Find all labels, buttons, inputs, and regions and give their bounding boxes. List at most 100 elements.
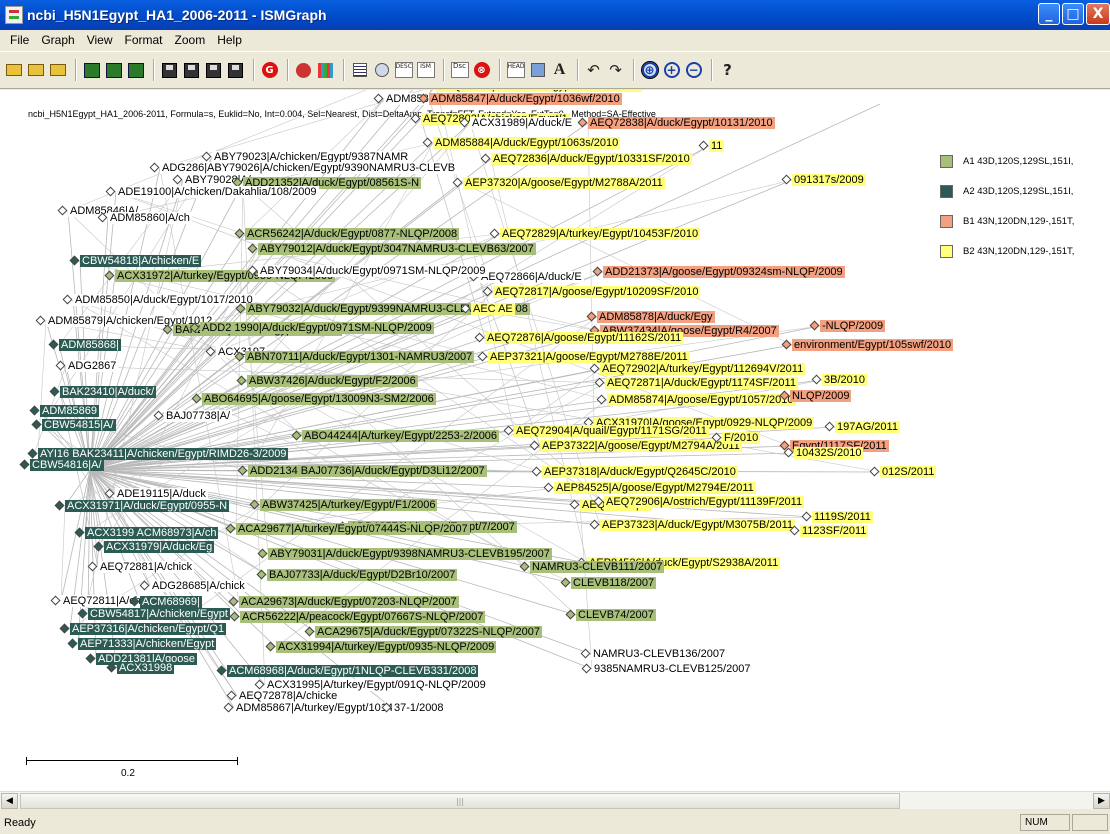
tree-leaf-label[interactable]: ADM85847|A/duck/Egypt/1036wf/2010 bbox=[429, 93, 622, 105]
zoom-out-icon[interactable]: − bbox=[684, 61, 703, 80]
tree-leaf-label[interactable]: ACA29675|A/duck/Egypt/07322S-NLQP/2007 bbox=[315, 626, 543, 638]
list-icon[interactable] bbox=[350, 61, 369, 80]
tree-leaf-label[interactable]: ADE19100|A/chicken/Dakahlia/108/2009 bbox=[116, 186, 319, 198]
tree-leaf-label[interactable]: ADM85878|A/duck/Egy bbox=[597, 311, 715, 323]
menu-graph[interactable]: Graph bbox=[35, 33, 80, 47]
tree-leaf-label[interactable]: ACM68968|A/duck/Egypt/1NLQP-CLEVB331/200… bbox=[227, 665, 479, 677]
tree-leaf-label[interactable]: AEP37323|A/duck/Egypt/M3075B/2011 bbox=[600, 519, 796, 531]
minimize-button[interactable]: _ bbox=[1038, 3, 1060, 25]
tree-leaf-label[interactable]: ACX31979|A/duck/Eg bbox=[104, 541, 215, 553]
dsc-icon[interactable]: Dsc bbox=[450, 61, 469, 80]
zoom-fit-icon[interactable]: ⊕ bbox=[640, 61, 659, 80]
tree-leaf-label[interactable]: ADM85850|A/duck/Egypt/1017/2010 bbox=[73, 294, 255, 306]
tree-leaf-label[interactable]: AEP37320|A/goose/Egypt/M2788A/2011 bbox=[463, 177, 665, 189]
globe-icon[interactable] bbox=[372, 61, 391, 80]
maximize-button[interactable]: □ bbox=[1062, 3, 1084, 25]
tree-leaf-label[interactable]: NLQP/2009 bbox=[790, 390, 852, 402]
tree-leaf-label[interactable]: AEQ72817|A/goose/Egypt/10209SF/2010 bbox=[493, 286, 701, 298]
tree-leaf-label[interactable]: CLEVB74/2007 bbox=[576, 609, 656, 621]
open-icon[interactable] bbox=[4, 61, 23, 80]
tree-leaf-label[interactable]: ACX31989|A/duck/E bbox=[470, 117, 575, 129]
rotate-right-icon[interactable]: ↷ bbox=[606, 61, 625, 80]
save-icon[interactable] bbox=[182, 61, 201, 80]
tree-leaf-label[interactable]: AEQ72876|A/goose/Egypt/11162S/2011 bbox=[485, 332, 684, 344]
tree-leaf-label[interactable]: 9385NAMRU3-CLEVB125/2007 bbox=[592, 663, 753, 675]
scroll-left-button[interactable]: ◀ bbox=[1, 793, 18, 809]
tree-leaf-label[interactable]: NAMRU3-CLEVB111/2007 bbox=[530, 561, 665, 573]
menu-format[interactable]: Format bbox=[119, 33, 169, 47]
tree-leaf-label[interactable]: AEP37318|A/duck/Egypt/Q2645C/2010 bbox=[542, 466, 738, 478]
tree-leaf-label[interactable]: ACX3199 ACM68973|A/ch bbox=[85, 527, 219, 539]
tree-leaf-label[interactable]: AEQ72904|A/quail/Egypt/1171SG/2011 bbox=[514, 425, 709, 437]
font-icon[interactable]: A bbox=[550, 61, 569, 80]
tree-leaf-label[interactable]: ACR56222|A/peacock/Egypt/07667S-NLQP/200… bbox=[240, 611, 486, 623]
menu-help[interactable]: Help bbox=[211, 33, 248, 47]
tree-leaf-label[interactable]: AEQ72878|A/chicke bbox=[237, 690, 340, 702]
tree-leaf-label[interactable]: 1123SF/2011 bbox=[800, 525, 869, 537]
head-icon[interactable]: HEAD bbox=[506, 61, 525, 80]
tree-leaf-label[interactable]: ADD21373|A/goose/Egypt/09324sm-NLQP/2009 bbox=[603, 266, 845, 278]
menu-file[interactable]: File bbox=[4, 33, 35, 47]
tree-leaf-label[interactable]: AEP37321|A/goose/Egypt/M2788E/2011 bbox=[488, 351, 690, 363]
tree-leaf-label[interactable]: AEQ72881|A/chick bbox=[98, 561, 195, 573]
scroll-thumb[interactable]: ||| bbox=[20, 793, 900, 809]
tree-leaf-label[interactable]: ABN70711|A/duck/Egypt/1301-NAMRU3/2007 bbox=[245, 351, 475, 363]
emf-icon[interactable] bbox=[82, 61, 101, 80]
save-icon[interactable] bbox=[160, 61, 179, 80]
tree-leaf-label[interactable]: AEQ72871|A/duck/Egypt/1174SF/2011 bbox=[605, 377, 798, 389]
open-icon[interactable] bbox=[48, 61, 67, 80]
tree-leaf-label[interactable]: AEQ72829|A/turkey/Egypt/10453F/2010 bbox=[500, 228, 701, 240]
tree-leaf-label[interactable]: -NLQP/2009 bbox=[820, 320, 886, 332]
tree-leaf-label[interactable]: ABY79034|A/duck/Egypt/0971SM-NLQP/2009 bbox=[258, 265, 488, 277]
tree-leaf-label[interactable]: ABW37426|A/duck/Egypt/F2/2006 bbox=[247, 375, 418, 387]
tree-leaf-label[interactable]: AEQ72906|A/ostrich/Egypt/11139F/2011 bbox=[604, 496, 805, 508]
tree-leaf-label[interactable]: AEP84525|A/goose/Egypt/M2794E/2011 bbox=[554, 482, 756, 494]
tree-leaf-label[interactable]: 3B/2010 bbox=[822, 374, 867, 386]
title-bar[interactable]: ncbi_H5N1Egypt_HA1_2006-2011 - ISMGraph … bbox=[0, 0, 1110, 30]
grid-icon[interactable] bbox=[316, 61, 335, 80]
tree-leaf-label[interactable]: CBW54817|A/chicken/Egypt bbox=[88, 608, 230, 620]
tree-leaf-label[interactable]: AEP37322|A/goose/Egypt/M2794A/2011 bbox=[540, 440, 742, 452]
tree-leaf-label[interactable]: ACX31994|A/turkey/Egypt/0935-NLQP/2009 bbox=[276, 641, 497, 653]
tree-leaf-label[interactable]: NAMRU3-CLEVB136/2007 bbox=[591, 648, 728, 660]
tree-leaf-label[interactable]: ABO64695|A/goose/Egypt/13009N3-SM2/2006 bbox=[202, 393, 436, 405]
cancel-icon[interactable]: ⊗ bbox=[472, 61, 491, 80]
red-g-icon[interactable]: G bbox=[260, 61, 279, 80]
tree-leaf-label[interactable]: ADM85868| bbox=[59, 339, 121, 351]
wmf-icon[interactable] bbox=[104, 61, 123, 80]
menu-view[interactable]: View bbox=[81, 33, 119, 47]
tree-leaf-label[interactable]: ADE19115|A/duck bbox=[115, 488, 208, 500]
tree-leaf-label[interactable]: BAJ07738|A/ bbox=[164, 410, 233, 422]
tree-leaf-label[interactable]: CBW54815|A/ bbox=[42, 419, 116, 431]
export-icon[interactable] bbox=[226, 61, 245, 80]
rotate-left-icon[interactable]: ↶ bbox=[584, 61, 603, 80]
tree-leaf-label[interactable]: AEQ72838|A/duck/Egypt/10131/2010 bbox=[588, 117, 775, 129]
save-icon[interactable] bbox=[204, 61, 223, 80]
tree-leaf-label[interactable]: AEQ72866|A/duck/E bbox=[479, 271, 584, 283]
tree-leaf-label[interactable]: BAK23410|A/duck/ bbox=[60, 386, 157, 398]
tree-leaf-label[interactable]: ADD2 1990|A/duck/Egypt/0971SM-NLQP/2009 bbox=[200, 322, 434, 334]
tree-leaf-label[interactable]: ADG2867 bbox=[66, 360, 119, 372]
ism-icon[interactable]: ISM bbox=[416, 61, 435, 80]
horizontal-scrollbar[interactable]: ◀ ||| ▶ bbox=[0, 791, 1110, 809]
desc-icon[interactable]: DESC bbox=[394, 61, 413, 80]
tree-leaf-label[interactable]: 11 bbox=[709, 140, 725, 152]
scroll-right-button[interactable]: ▶ bbox=[1093, 793, 1110, 809]
zoom-in-icon[interactable]: + bbox=[662, 61, 681, 80]
table-icon[interactable] bbox=[528, 61, 547, 80]
tree-leaf-label[interactable]: ADM85869 bbox=[40, 405, 100, 417]
tree-leaf-label[interactable]: ACA29677|A/turkey/Egypt/07444S-NLQP/2007 bbox=[236, 523, 470, 535]
tree-leaf-label[interactable]: ADM85874|A/goose/Egypt/1057/2010 bbox=[607, 394, 796, 406]
tree-leaf-label[interactable]: AEP37316|A/chicken/Egypt/Q1 bbox=[70, 623, 227, 635]
tree-leaf-label[interactable]: ABW37425|A/turkey/Egypt/F1/2006 bbox=[260, 499, 438, 511]
tree-leaf-label[interactable]: 37-1/2008 bbox=[392, 702, 446, 714]
tree-leaf-label[interactable]: CLEVB118/2007 bbox=[571, 577, 657, 589]
tree-leaf-label[interactable]: 197AG/2011 bbox=[835, 421, 900, 433]
open-icon[interactable] bbox=[26, 61, 45, 80]
tree-leaf-label[interactable]: 10432S/2010 bbox=[794, 447, 864, 459]
tree-leaf-label[interactable]: ACR56242|A/duck/Egypt/0877-NLQP/2008 bbox=[245, 228, 460, 240]
tree-leaf-label[interactable]: AEQ72905|A/chicken/Egypt/11529S/2011 bbox=[436, 90, 643, 92]
tree-leaf-label[interactable]: ADD2134 BAJ07736|A/duck/Egypt/D3Li12/200… bbox=[248, 465, 487, 477]
tree-leaf-label[interactable]: ACA29673|A/duck/Egypt/07203-NLQP/2007 bbox=[239, 596, 459, 608]
tree-leaf-label[interactable]: ACX31998 bbox=[117, 662, 175, 674]
